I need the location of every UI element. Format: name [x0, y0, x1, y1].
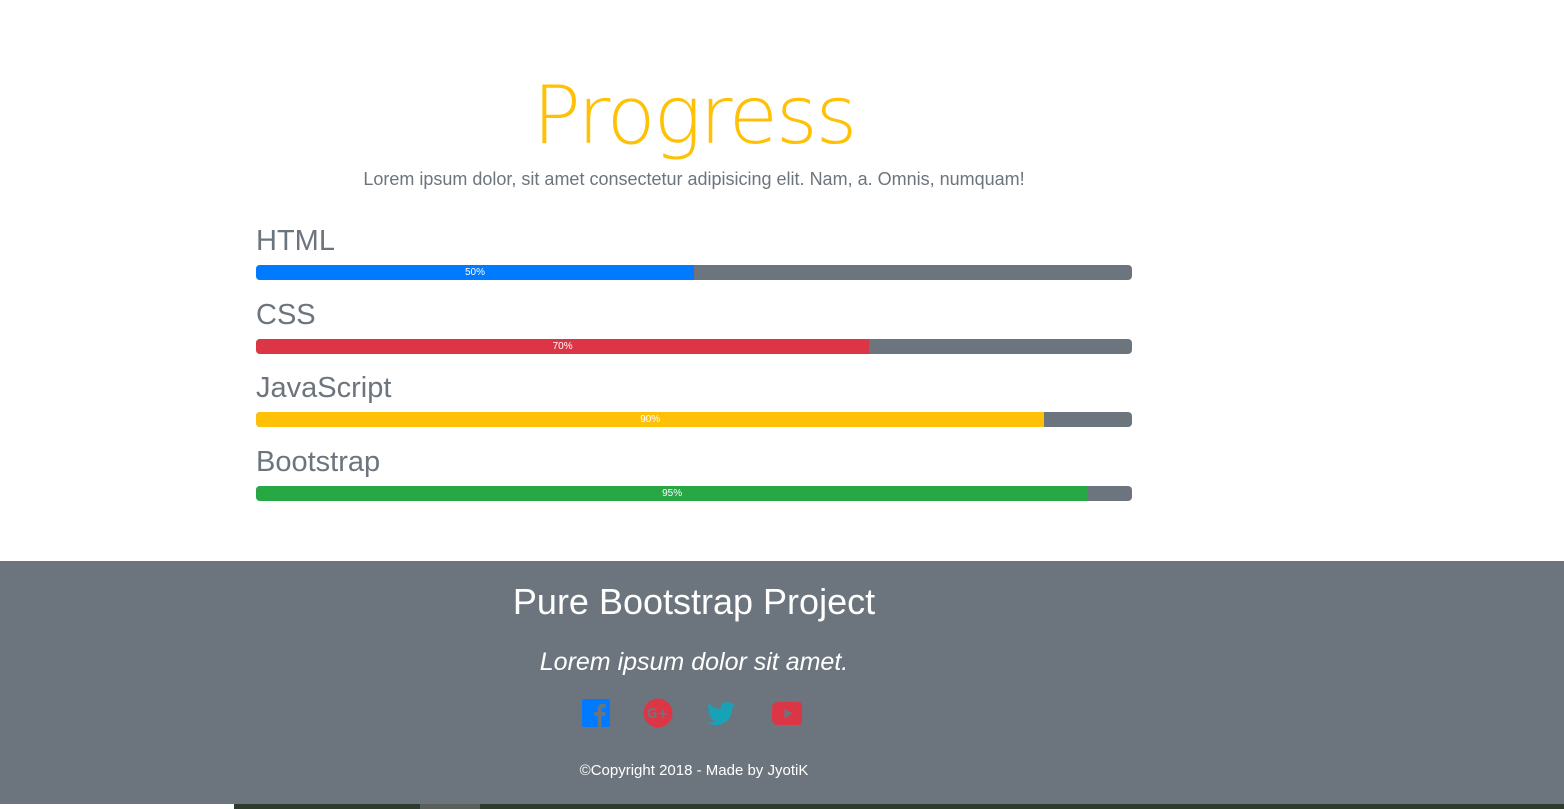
skill-label-javascript: JavaScript — [256, 372, 392, 404]
facebook-icon[interactable] — [581, 698, 611, 728]
footer-tagline: Lorem ipsum dolor sit amet. — [539, 648, 849, 676]
progress-bar-javascript: 90% — [256, 412, 1132, 427]
progress-section: Progress Lorem ipsum dolor, sit amet con… — [0, 0, 1564, 561]
twitter-icon[interactable] — [706, 698, 736, 728]
footer-title: Pure Bootstrap Project — [512, 581, 876, 622]
copyright-text: ©Copyright 2018 - Made by JyotiK — [579, 762, 809, 779]
bottom-strip — [0, 804, 1564, 809]
svg-text:G+: G+ — [647, 707, 669, 722]
progress-bar-css: 70% — [256, 339, 1132, 354]
page-subtitle: Lorem ipsum dolor, sit amet consectetur … — [363, 169, 1025, 189]
progress-value-css: 70% — [552, 341, 573, 352]
progress-value-html: 50% — [464, 267, 485, 278]
progress-value-bootstrap: 95% — [662, 488, 683, 499]
footer: Pure Bootstrap Project Lorem ipsum dolor… — [0, 561, 1564, 809]
progress-bar-html: 50% — [256, 265, 1132, 280]
google-plus-icon[interactable]: G+ — [643, 698, 673, 728]
skill-label-bootstrap: Bootstrap — [256, 446, 381, 478]
progress-fill-css: 70% — [256, 339, 870, 354]
progress-fill-bootstrap: 95% — [256, 486, 1089, 501]
skill-label-css: CSS — [256, 299, 316, 331]
progress-fill-javascript: 90% — [256, 412, 1045, 427]
progress-value-javascript: 90% — [640, 414, 661, 425]
page-title: Progress — [532, 69, 858, 162]
progress-fill-html: 50% — [256, 265, 694, 280]
progress-bar-bootstrap: 95% — [256, 486, 1132, 501]
youtube-icon[interactable] — [772, 698, 802, 728]
skill-label-html: HTML — [256, 225, 335, 257]
